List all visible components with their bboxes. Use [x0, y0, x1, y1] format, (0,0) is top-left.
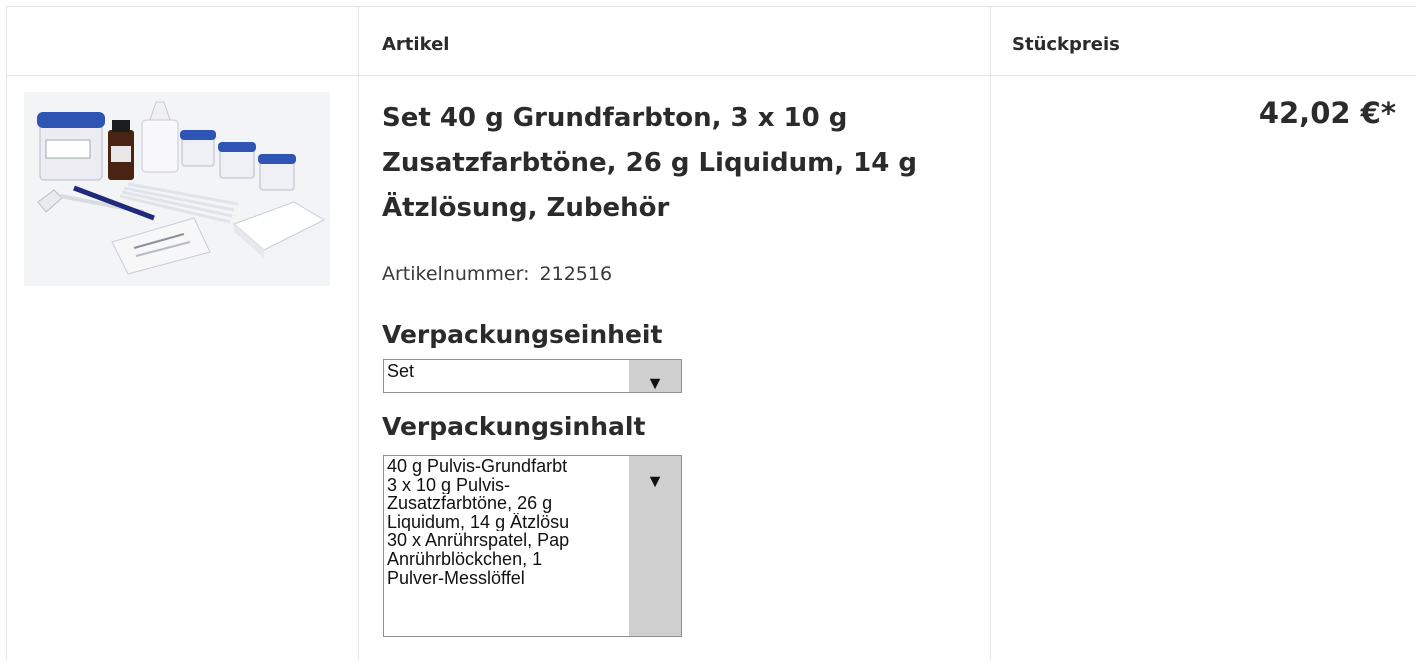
packaging-content-line: 30 x Anrührspatel, Pap [387, 531, 570, 550]
sku-value: 212516 [539, 263, 613, 285]
packaging-content-line: Pulver-Messlöffel [387, 568, 525, 588]
packaging-content-select[interactable]: 40 g Pulvis-Grundfarbt 3 x 10 g Pulvis- … [383, 455, 682, 637]
packaging-content-line: Zusatzfarbtöne, 26 g [387, 494, 553, 513]
packaging-content-heading: Verpackungsinhalt [382, 412, 646, 441]
product-image[interactable] [24, 92, 330, 286]
packaging-content-options: 40 g Pulvis-Grundfarbt 3 x 10 g Pulvis- … [387, 457, 631, 587]
packaging-unit-value: Set [387, 361, 415, 381]
packaging-content-line: 40 g Pulvis-Grundfarbt [387, 457, 568, 476]
column-header-unit-price: Stückpreis [1012, 34, 1120, 55]
sku-label: Artikelnummer: [382, 263, 530, 285]
packaging-content-dropdown[interactable]: ▼ [629, 456, 681, 636]
header-row-divider [6, 75, 1416, 76]
packaging-unit-dropdown[interactable]: ▼ [629, 360, 681, 392]
packaging-content-line: 3 x 10 g Pulvis- [387, 475, 511, 495]
unit-price: 42,02 €* [1258, 96, 1396, 130]
chevron-down-icon: ▼ [646, 471, 664, 491]
sku-row: Artikelnummer: 212516 [382, 263, 612, 285]
column-header-article: Artikel [382, 34, 450, 55]
packaging-unit-heading: Verpackungseinheit [382, 320, 663, 349]
product-title[interactable]: Set 40 g Grundfarbton, 3 x 10 g Zusatzfa… [382, 96, 972, 231]
table-top-border [6, 6, 1416, 7]
packaging-content-line: Liquidum, 14 g Ätzlösu [387, 512, 570, 532]
chevron-down-icon: ▼ [646, 373, 664, 393]
column-divider-image-article [358, 6, 359, 660]
cart-table: Artikel Stückpreis Set 40 g Grundfarbton… [0, 0, 1416, 660]
table-left-border [6, 6, 7, 660]
column-divider-article-price [990, 6, 991, 660]
packaging-unit-select[interactable]: Set ▼ [383, 359, 682, 393]
packaging-content-line: Anrührblöckchen, 1 [387, 549, 543, 569]
product-set-illustration [24, 92, 330, 286]
